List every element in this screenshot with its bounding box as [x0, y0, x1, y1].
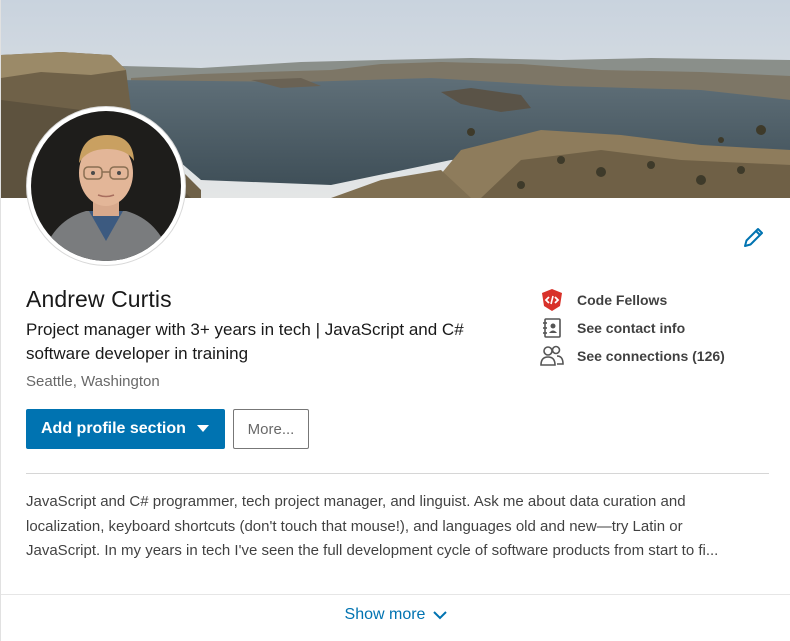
summary-line: localization, keyboard shortcuts (don't …: [26, 517, 683, 535]
sidebar-item-connections[interactable]: See connections (126): [539, 342, 779, 370]
edit-profile-button[interactable]: [739, 224, 767, 252]
sidebar-item-label: See contact info: [577, 320, 686, 336]
people-icon: [539, 343, 565, 369]
caret-down-icon: [197, 425, 209, 432]
profile-name: Andrew Curtis: [26, 286, 172, 312]
profile-summary: JavaScript and C# programmer, tech proje…: [26, 490, 766, 564]
add-profile-section-label: Add profile section: [41, 420, 186, 437]
profile-headline: Project manager with 3+ years in tech | …: [26, 320, 464, 363]
sidebar-item-code-fellows[interactable]: Code Fellows: [539, 286, 779, 314]
profile-card: Andrew Curtis Project manager with 3+ ye…: [0, 0, 790, 641]
code-fellows-logo-icon: [539, 287, 565, 313]
profile-side-links: Code Fellows See contact info See connec…: [539, 286, 779, 370]
add-profile-section-button[interactable]: Add profile section: [26, 409, 225, 449]
summary-line: JavaScript. In my years in tech I've see…: [26, 542, 719, 559]
sidebar-item-label: See connections (126): [577, 348, 725, 364]
show-more-label: Show more: [344, 606, 426, 623]
chevron-down-icon: [433, 611, 448, 620]
summary-line: JavaScript and C# programmer, tech proje…: [26, 493, 686, 510]
contact-card-icon: [539, 315, 565, 341]
pencil-icon: [744, 228, 763, 247]
profile-location: Seattle, Washington: [26, 373, 160, 390]
sidebar-item-contact-info[interactable]: See contact info: [539, 314, 779, 342]
show-more-button[interactable]: Show more: [1, 606, 790, 624]
divider: [1, 594, 790, 595]
divider: [26, 473, 769, 474]
more-button[interactable]: More...: [233, 409, 309, 449]
sidebar-item-label: Code Fellows: [577, 292, 668, 308]
profile-avatar[interactable]: [27, 107, 185, 265]
